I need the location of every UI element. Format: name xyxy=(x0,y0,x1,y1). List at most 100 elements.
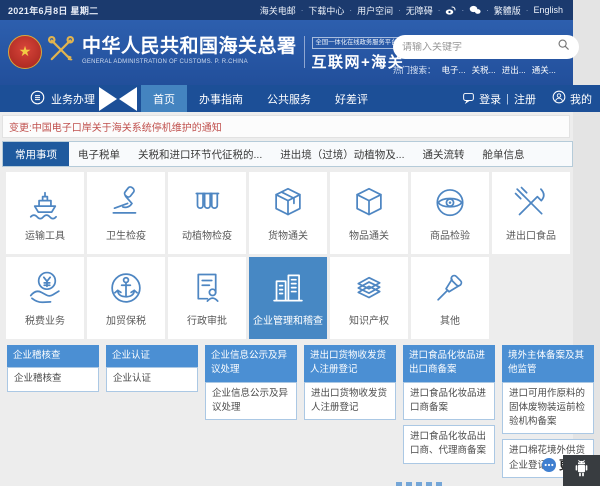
search-icon[interactable] xyxy=(557,38,570,56)
tab-manifest-info[interactable]: 舱单信息 xyxy=(474,142,534,166)
submenu-col-audit: 企业稽核查 企业稽核查 xyxy=(7,345,99,392)
cutlery-icon xyxy=(512,184,550,222)
wechat-icon[interactable] xyxy=(469,5,481,15)
submenu-item[interactable]: 企业信息公示及异议处理 xyxy=(205,382,297,421)
tile-tax-business[interactable]: 税费业务 xyxy=(6,257,84,339)
tile-animal-plant-quarantine[interactable]: 动植物检疫 xyxy=(168,172,246,254)
service-grid: 运输工具 卫生检疫 动植物检疫 xyxy=(0,172,580,339)
ship-icon xyxy=(26,184,64,222)
tile-commodity-inspection[interactable]: 商品检验 xyxy=(411,172,489,254)
hot-search-link[interactable]: 通关... xyxy=(532,64,556,76)
microscope-icon xyxy=(107,184,145,222)
tile-admin-approval[interactable]: 行政审批 xyxy=(168,257,246,339)
hot-search-link[interactable]: 进出... xyxy=(502,64,526,76)
tile-goods-clearance[interactable]: 物品通关 xyxy=(330,172,408,254)
hot-search-label: 热门搜索： xyxy=(393,64,436,76)
tile-intellectual-property[interactable]: 知识产权 xyxy=(330,257,408,339)
chat-icon xyxy=(462,91,475,107)
submenu-header[interactable]: 企业稽核查 xyxy=(7,345,99,367)
nav-item-public-service[interactable]: 公共服务 xyxy=(255,85,323,112)
bowtie-decoration xyxy=(99,85,137,112)
tile-food-import-export[interactable]: 进出口食品 xyxy=(492,172,570,254)
top-link-userspace[interactable]: 用户空间 xyxy=(357,4,393,17)
submenu-item[interactable]: 进口食品化妆品出口商、代理商备案 xyxy=(403,425,495,464)
top-link-download[interactable]: 下载中心 xyxy=(308,4,344,17)
below-fold-peek xyxy=(396,482,444,486)
tab-tariff[interactable]: 关税和进口环节代征税的... xyxy=(129,142,271,166)
notice-link[interactable]: 变更:中国电子口岸关于海关系统停机维护的通知 xyxy=(9,119,222,134)
submenu-col-certification: 企业认证 企业认证 xyxy=(106,345,198,392)
tile-transport[interactable]: 运输工具 xyxy=(6,172,84,254)
category-tabs: 常用事项 电子税单 关税和进口环节代征税的... 进出境（过境）动植物及... … xyxy=(2,141,573,167)
cargo-box-icon xyxy=(269,184,307,222)
business-menu-label: 业务办理 xyxy=(51,91,95,107)
tab-animal-plant[interactable]: 进出境（过境）动植物及... xyxy=(271,142,413,166)
lang-traditional-link[interactable]: 繁體版 xyxy=(494,4,521,17)
submenu-header[interactable]: 境外主体备案及其他监管 xyxy=(502,345,594,382)
submenu-item[interactable]: 进出口货物收发货人注册登记 xyxy=(304,382,396,421)
android-overlay-button[interactable] xyxy=(563,455,600,486)
submenu-col-consignee-registration: 进出口货物收发货人注册登记 进出口货物收发货人注册登记 xyxy=(304,345,396,420)
separator: · xyxy=(349,6,352,15)
current-date: 2021年6月8日 星期二 xyxy=(8,4,98,17)
tile-enterprise-management[interactable]: 企业管理和稽查 xyxy=(249,257,327,339)
brand-block: ★ 中华人民共和国海关总署 GENERAL ADMINISTRATION OF … xyxy=(8,31,404,72)
platform-badge: 全国一体化在线政务服务平台 xyxy=(312,37,402,49)
parcel-box-icon xyxy=(350,184,388,222)
nav-item-rating[interactable]: 好差评 xyxy=(323,85,380,112)
notice-bar: 变更:中国电子口岸关于海关系统停机维护的通知 xyxy=(2,115,570,138)
weibo-icon[interactable] xyxy=(445,6,456,15)
submenu-item[interactable]: 进口食品化妆品进口商备案 xyxy=(403,382,495,421)
top-link-mail[interactable]: 海关电邮 xyxy=(260,4,296,17)
my-account-button[interactable]: 我的 xyxy=(552,90,592,107)
tile-health-quarantine[interactable]: 卫生检疫 xyxy=(87,172,165,254)
submenu-header[interactable]: 进口食品化妆品进出口商备案 xyxy=(403,345,495,382)
submenu-item[interactable]: 企业稽核查 xyxy=(7,367,99,391)
submenu-header[interactable]: 进出口货物收发货人注册登记 xyxy=(304,345,396,382)
customs-homepage: 2021年6月8日 星期二 海关电邮 · 下载中心 · 用户空间 · 无障碍 ·… xyxy=(0,0,600,486)
separator: · xyxy=(398,6,401,15)
tile-cargo-clearance[interactable]: 货物通关 xyxy=(249,172,327,254)
tab-electronic-tax-bill[interactable]: 电子税单 xyxy=(69,142,129,166)
submenu-header[interactable]: 企业认证 xyxy=(106,345,198,367)
tile-label: 货物通关 xyxy=(268,227,308,242)
nav-item-home[interactable]: 首页 xyxy=(141,85,187,112)
submenu-header[interactable]: 企业信息公示及异议处理 xyxy=(205,345,297,382)
separator: · xyxy=(461,6,464,15)
separator: · xyxy=(486,6,489,15)
register-link[interactable]: 注册 xyxy=(514,91,536,107)
business-menu-button[interactable]: 业务办理 xyxy=(30,85,95,112)
tile-label: 动植物检疫 xyxy=(182,227,232,242)
login-link[interactable]: 登录 xyxy=(479,91,501,107)
main-nav: 业务办理 首页 办事指南 公共服务 好差评 登录 | 注册 我的 xyxy=(0,85,600,112)
site-titles: 中华人民共和国海关总署 GENERAL ADMINISTRATION OF CU… xyxy=(82,37,297,65)
search-box[interactable] xyxy=(393,35,579,59)
tile-bonded-trade[interactable]: 加贸保税 xyxy=(87,257,165,339)
platform-name: 互联网+海关 xyxy=(312,51,405,72)
top-utility-bar: 2021年6月8日 星期二 海关电邮 · 下载中心 · 用户空间 · 无障碍 ·… xyxy=(0,0,573,20)
top-link-accessibility[interactable]: 无障碍 xyxy=(406,4,433,17)
search-input[interactable] xyxy=(402,42,557,53)
tab-common-items[interactable]: 常用事项 xyxy=(3,142,69,166)
separator: · xyxy=(438,6,441,15)
my-account-label: 我的 xyxy=(570,91,592,107)
tile-label: 运输工具 xyxy=(25,227,65,242)
tab-clearance-flow[interactable]: 通关流转 xyxy=(414,142,474,166)
tile-other[interactable]: 其他 xyxy=(411,257,489,339)
pushpin-icon xyxy=(431,269,469,307)
books-icon xyxy=(350,269,388,307)
hot-search-link[interactable]: 电子... xyxy=(442,64,466,76)
nav-item-guide[interactable]: 办事指南 xyxy=(187,85,255,112)
lang-english-link[interactable]: English xyxy=(533,5,563,15)
platform-block: 全国一体化在线政务服务平台 互联网+海关 xyxy=(312,31,405,72)
tax-hand-icon xyxy=(26,269,64,307)
customs-logo-icon xyxy=(45,33,77,70)
submenu-item[interactable]: 企业认证 xyxy=(106,367,198,391)
submenu-col-food-cosmetics: 进口食品化妆品进出口商备案 进口食品化妆品进口商备案 进口食品化妆品出口商、代理… xyxy=(403,345,495,464)
search-area: 热门搜索： 电子... 关税... 进出... 通关... xyxy=(393,35,579,76)
hot-search: 热门搜索： 电子... 关税... 进出... 通关... xyxy=(393,64,579,76)
hot-search-link[interactable]: 关税... xyxy=(472,64,496,76)
site-header: ★ 中华人民共和国海关总署 GENERAL ADMINISTRATION OF … xyxy=(0,20,573,85)
site-title-en: GENERAL ADMINISTRATION OF CUSTOMS. P. R.… xyxy=(82,59,297,65)
submenu-item[interactable]: 进口可用作原料的固体废物装运前检验机构备案 xyxy=(502,382,594,435)
